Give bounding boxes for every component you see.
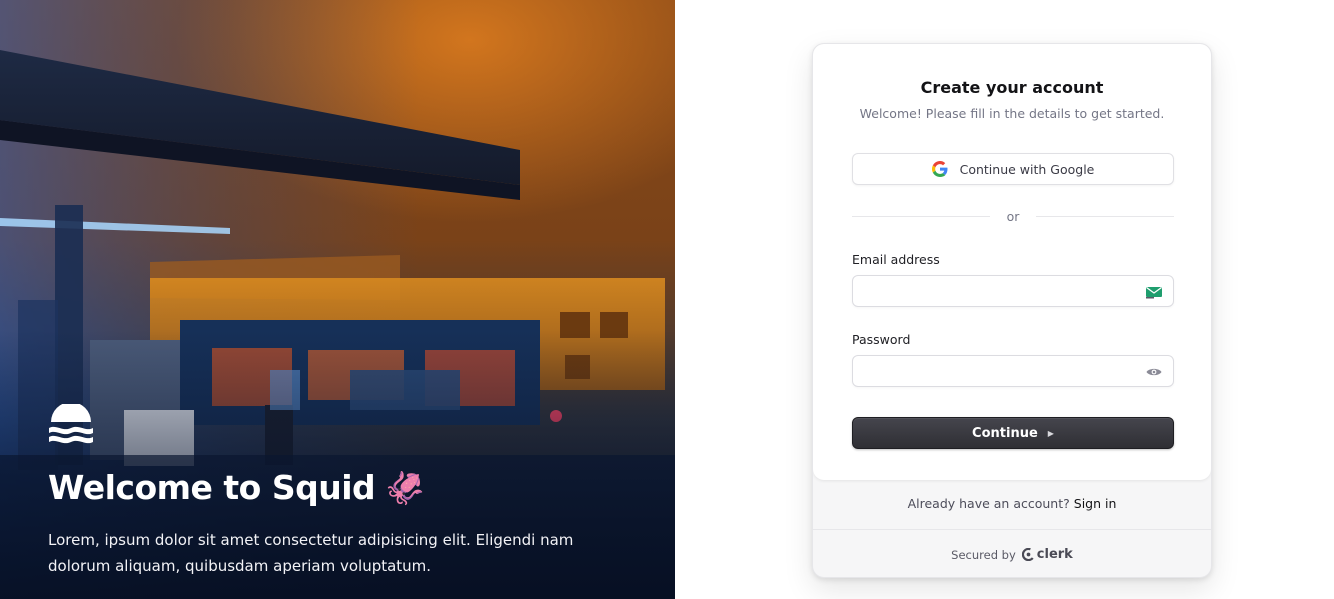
waves-sun-icon — [49, 404, 93, 444]
email-field[interactable] — [852, 275, 1174, 307]
signin-row: Already have an account? Sign in — [813, 496, 1211, 511]
signin-prompt: Already have an account? — [907, 496, 1070, 511]
card-subtitle: Welcome! Please fill in the details to g… — [859, 106, 1165, 121]
continue-button-label: Continue — [972, 425, 1038, 441]
signup-card: Create your account Welcome! Please fill… — [813, 44, 1211, 480]
secured-by-footer: Secured by clerk — [813, 547, 1211, 562]
password-label: Password — [852, 332, 911, 347]
google-button-label: Continue with Google — [959, 161, 1095, 177]
clerk-mark-icon — [1021, 548, 1035, 561]
email-input[interactable] — [853, 276, 1173, 306]
clerk-brand-text: clerk — [1036, 547, 1073, 562]
hero-title: Welcome to Squid 🦑 — [48, 468, 425, 507]
footer-divider — [813, 529, 1211, 530]
clerk-logo[interactable]: clerk — [1021, 547, 1073, 562]
google-icon — [931, 161, 948, 177]
card-title: Create your account — [920, 78, 1104, 97]
password-input[interactable] — [853, 356, 1173, 386]
squid-emoji-icon: 🦑 — [385, 469, 425, 507]
mail-autofill-icon[interactable] — [1145, 284, 1163, 300]
or-divider: or — [852, 208, 1174, 226]
signin-link[interactable]: Sign in — [1074, 496, 1117, 511]
caret-right-icon: ▶ — [1047, 428, 1054, 438]
hero-title-text: Welcome to Squid — [48, 468, 376, 507]
hero-panel: Welcome to Squid 🦑 Lorem, ipsum dolor sit… — [0, 0, 675, 599]
eye-icon[interactable] — [1145, 364, 1163, 380]
continue-button[interactable]: Continue ▶ — [852, 417, 1174, 449]
divider-line-right — [1036, 216, 1174, 217]
secured-by-text: Secured by — [951, 547, 1016, 562]
password-field[interactable] — [852, 355, 1174, 387]
email-label: Email address — [852, 252, 940, 267]
signup-card-container: Create your account Welcome! Please fill… — [812, 43, 1212, 578]
continue-with-google-button[interactable]: Continue with Google — [852, 153, 1174, 185]
hero-overlay — [0, 0, 675, 599]
hero-description: Lorem, ipsum dolor sit amet consectetur … — [48, 531, 574, 575]
